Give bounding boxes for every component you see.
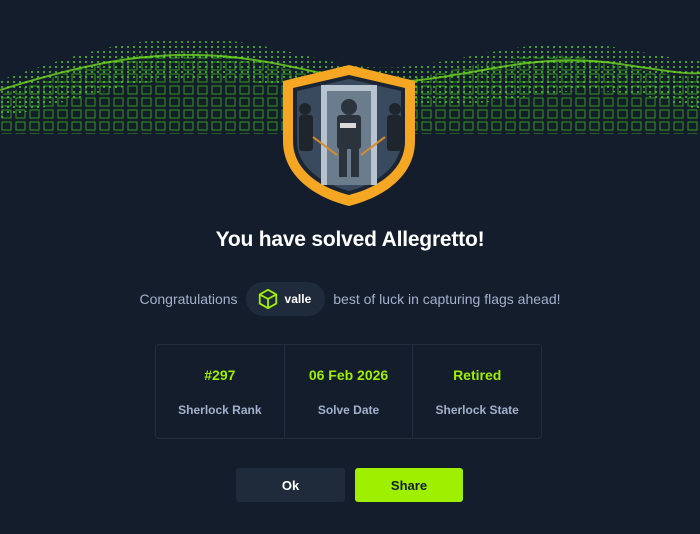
congratulations-message: Congratulations valle best of luck in ca…	[0, 281, 700, 317]
stat-label: Sherlock Rank	[178, 402, 262, 417]
username: valle	[284, 292, 312, 306]
ok-button[interactable]: Ok	[236, 468, 345, 502]
congratulations-prefix: Congratulations	[139, 291, 238, 307]
stat-value: Retired	[453, 366, 502, 383]
share-button[interactable]: Share	[355, 468, 463, 502]
congratulations-suffix: best of luck in capturing flags ahead!	[333, 291, 561, 307]
page-title: You have solved Allegretto!	[215, 228, 485, 251]
solved-dialog: You have solved Allegretto! Congratulati…	[0, 0, 700, 534]
stat-label: Sherlock State	[435, 402, 519, 417]
stat-value: #297	[204, 366, 236, 383]
stat-state: Retired Sherlock State	[413, 345, 541, 438]
stats-panel: #297 Sherlock Rank 06 Feb 2026 Solve Dat…	[155, 344, 542, 439]
hexagon-cube-icon	[258, 288, 277, 310]
stat-solve-date: 06 Feb 2026 Solve Date	[285, 345, 414, 438]
shield-badge-icon	[277, 63, 422, 208]
stat-label: Solve Date	[317, 402, 380, 417]
user-chip[interactable]: valle	[245, 282, 326, 316]
stat-rank: #297 Sherlock Rank	[156, 345, 285, 438]
stat-value: 06 Feb 2026	[308, 366, 389, 383]
